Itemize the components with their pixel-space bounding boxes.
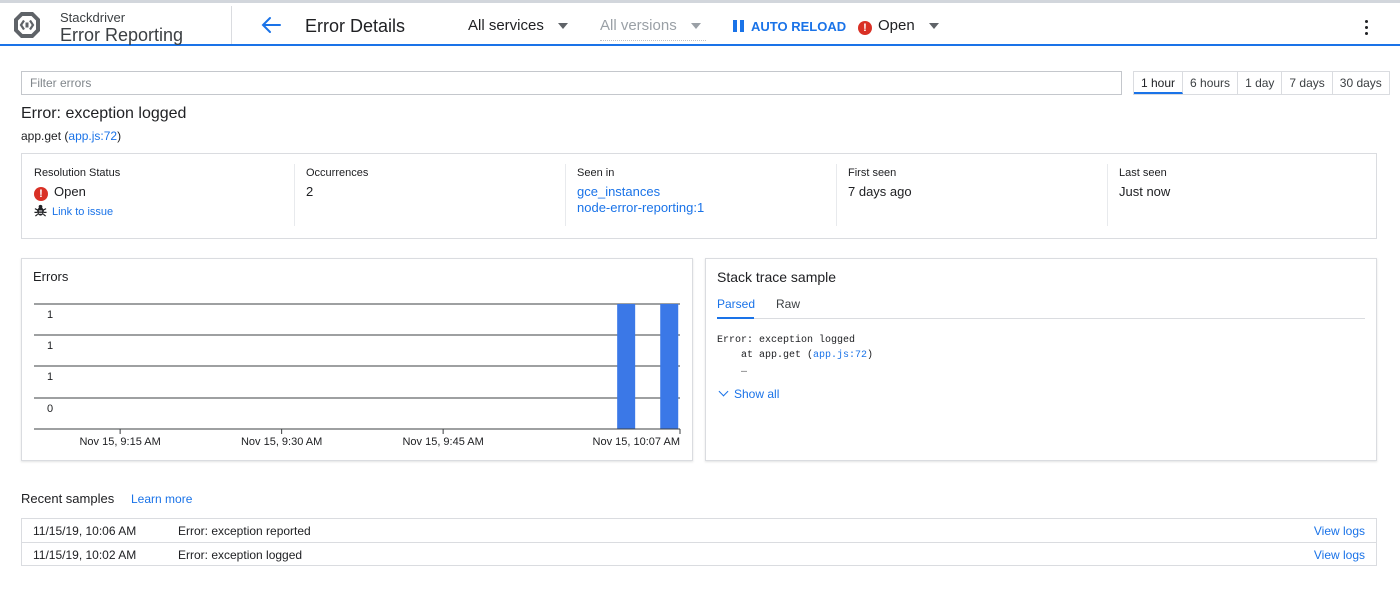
sample-message: Error: exception logged (178, 548, 303, 562)
errors-chart: 1 1 1 0 Nov 15, 9:15 AM Nov 15, 9:30 AM Nov 15… (34, 303, 681, 448)
view-logs-link[interactable]: View logs (1314, 548, 1365, 562)
brand-name: Error Reporting (60, 25, 184, 45)
trace-source-link[interactable]: app.js:72 (813, 350, 867, 361)
auto-reload-label: AUTO RELOAD (751, 19, 847, 34)
table-row: 11/15/19, 10:02 AM Error: exception logg… (22, 542, 1376, 565)
time-range-6-hours[interactable]: 6 hours (1183, 72, 1239, 94)
last-seen-label: Last seen (1119, 167, 1167, 179)
resolution-status-text: Open (54, 184, 86, 199)
seen-in-service-link[interactable]: gce_instances (577, 184, 836, 200)
time-range-1-day[interactable]: 1 day (1238, 72, 1283, 94)
last-seen-value: Just now (1119, 184, 1171, 199)
resolution-status-label: Resolution Status (34, 167, 121, 179)
sample-message: Error: exception reported (178, 524, 311, 538)
error-location: app.get (app.js:72) (21, 129, 122, 143)
x-tick-label: Nov 15, 9:30 AM (241, 436, 322, 448)
y-tick-label: 0 (47, 403, 53, 415)
auto-reload-button[interactable]: AUTO RELOAD (733, 19, 846, 34)
table-row: 11/15/19, 10:06 AM Error: exception repo… (22, 519, 1376, 542)
occurrences-label: Occurrences (306, 167, 369, 179)
x-tick-label: Nov 15, 9:45 AM (402, 436, 483, 448)
error-alert-icon: ! (858, 21, 872, 35)
trace-line-error: Error: exception logged (717, 335, 856, 346)
seen-in-label: Seen in (577, 167, 615, 179)
time-range-selector: 1 hour 6 hours 1 day 7 days 30 days (1133, 71, 1390, 95)
first-seen-section: First seen 7 days ago (836, 164, 1107, 226)
resolution-status-dropdown[interactable]: ! Open (858, 17, 944, 35)
occurrences-section: Occurrences 2 (294, 164, 565, 226)
status-dropdown-label: Open (878, 17, 915, 34)
last-seen-section: Last seen Just now (1107, 164, 1377, 226)
trace-line-ellipsis: … (717, 365, 748, 376)
stack-trace-title: Stack trace sample (717, 269, 837, 285)
versions-dropdown[interactable]: All versions (600, 17, 706, 41)
stack-trace-text: Error: exception logged at app.get (app.… (717, 333, 873, 378)
occurrences-value: 2 (306, 184, 314, 199)
error-title: Error: exception logged (21, 105, 187, 122)
tab-parsed[interactable]: Parsed (717, 297, 755, 319)
filter-errors-input[interactable] (21, 71, 1122, 95)
back-arrow-icon[interactable] (258, 13, 284, 37)
brand-product: Stackdriver (60, 10, 126, 25)
tab-raw[interactable]: Raw (776, 297, 800, 319)
show-all-label: Show all (734, 387, 780, 401)
top-bar: Stackdriver Error Reporting Error Detail… (0, 0, 1400, 46)
time-range-30-days[interactable]: 30 days (1333, 72, 1389, 94)
seen-in-section: Seen in gce_instances node-error-reporti… (565, 164, 836, 226)
x-tick-label: Nov 15, 10:07 AM (593, 436, 680, 448)
stack-trace-tabs: Parsed Raw (717, 297, 1365, 319)
link-to-issue-link[interactable]: Link to issue (34, 204, 294, 218)
services-dropdown[interactable]: All services (468, 17, 570, 34)
error-summary-card: Resolution Status ! Open Link to issue Oc… (21, 153, 1377, 239)
first-seen-value: 7 days ago (848, 184, 912, 199)
trace-frame-prefix: at app.get ( (717, 350, 814, 361)
time-range-1-hour[interactable]: 1 hour (1134, 72, 1184, 94)
trace-line-frame: at app.get (app.js:72) (717, 350, 873, 361)
stack-trace-card: Stack trace sample Parsed Raw Error: exc… (705, 258, 1377, 461)
error-alert-icon: ! (34, 187, 48, 201)
x-tick-label: Nov 15, 9:15 AM (79, 436, 160, 448)
services-dropdown-label: All services (468, 17, 544, 34)
chevron-down-icon (691, 23, 701, 29)
trace-frame-suffix: ) (867, 350, 874, 361)
link-to-issue-label: Link to issue (52, 206, 114, 218)
time-range-7-days[interactable]: 7 days (1282, 72, 1333, 94)
more-options-icon[interactable] (1356, 17, 1376, 37)
resolution-status-section: Resolution Status ! Open Link to issue (22, 164, 294, 226)
source-location-link[interactable]: app.js:72 (68, 129, 117, 143)
chart-bar (660, 304, 679, 429)
error-reporting-logo-icon (14, 12, 40, 38)
chart-bar (617, 304, 636, 429)
header-divider (231, 6, 232, 44)
y-tick-label: 1 (47, 309, 53, 321)
learn-more-link[interactable]: Learn more (131, 492, 192, 506)
chevron-down-icon (558, 23, 568, 29)
view-logs-link[interactable]: View logs (1314, 524, 1365, 538)
sample-time: 11/15/19, 10:02 AM (33, 548, 137, 562)
recent-samples-title: Recent samples (21, 491, 115, 506)
y-tick-label: 1 (47, 371, 53, 383)
show-all-button[interactable]: Show all (718, 386, 780, 401)
errors-chart-card: Errors 1 1 1 0 Nov 15, 9:15 AM Nov 15, 9:30 A… (21, 258, 693, 461)
resolution-status-value: ! Open (34, 184, 294, 201)
bug-icon (34, 204, 47, 217)
page-title: Error Details (305, 16, 406, 36)
first-seen-label: First seen (848, 167, 897, 179)
chevron-down-icon (718, 386, 729, 397)
seen-in-version-link[interactable]: node-error-reporting:1 (577, 200, 836, 216)
y-tick-label: 1 (47, 340, 53, 352)
error-function: app.get (21, 129, 62, 143)
chevron-down-icon (929, 23, 939, 29)
versions-dropdown-label: All versions (600, 17, 677, 34)
seen-in-values: gce_instances node-error-reporting:1 (577, 184, 836, 216)
pause-icon (733, 20, 745, 32)
recent-samples-table: 11/15/19, 10:06 AM Error: exception repo… (21, 518, 1377, 566)
sample-time: 11/15/19, 10:06 AM (33, 524, 137, 538)
